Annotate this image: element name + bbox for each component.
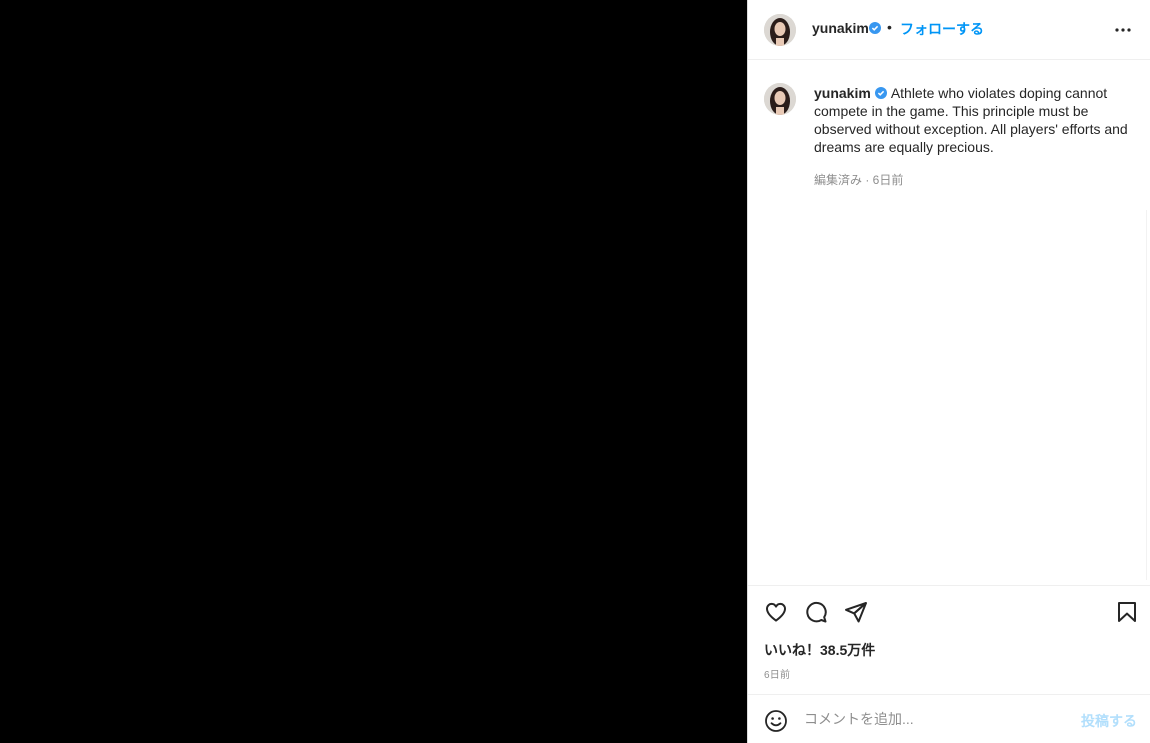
caption-username[interactable]: yunakim xyxy=(814,85,871,101)
action-bar xyxy=(748,585,1150,623)
verified-icon xyxy=(869,22,881,34)
save-icon[interactable] xyxy=(1115,600,1139,624)
comment-bar: 投稿する xyxy=(748,694,1150,743)
follow-button[interactable]: フォローする xyxy=(900,19,984,39)
heart-icon[interactable] xyxy=(764,600,788,624)
post-comment-button[interactable]: 投稿する xyxy=(1081,711,1137,731)
post-media xyxy=(0,0,747,743)
emoji-icon[interactable] xyxy=(764,709,788,733)
comment-input[interactable] xyxy=(804,703,1064,735)
caption: yunakim Athlete who violates doping cann… xyxy=(814,84,1139,156)
post-header: yunakim • フォローする xyxy=(748,0,1150,60)
comment-icon[interactable] xyxy=(804,600,828,624)
caption-meta: 編集済み · 6日前 xyxy=(814,173,904,187)
caption-avatar[interactable] xyxy=(764,83,796,115)
scroll-track xyxy=(1146,210,1147,580)
post-panel: yunakim • フォローする yunakim Athlete who vio… xyxy=(747,0,1150,743)
separator-dot: • xyxy=(887,19,892,35)
avatar[interactable] xyxy=(764,14,796,46)
post-timestamp[interactable]: 6日前 xyxy=(764,666,790,681)
share-icon[interactable] xyxy=(844,600,868,624)
more-icon[interactable] xyxy=(1111,18,1135,42)
likes-count[interactable]: いいね！38.5万件 xyxy=(764,640,875,660)
username[interactable]: yunakim xyxy=(812,20,869,36)
verified-icon xyxy=(874,87,887,99)
